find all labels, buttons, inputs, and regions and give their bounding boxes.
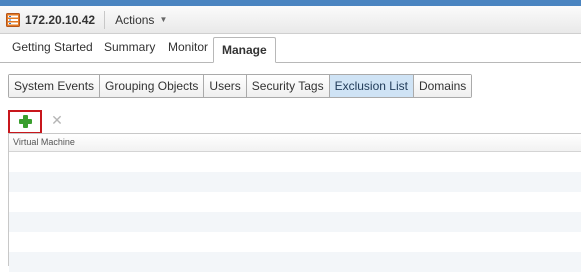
exclusion-list-grid: Virtual Machine — [8, 133, 581, 272]
subtab-domains[interactable]: Domains — [413, 75, 472, 97]
subtab-exclusion-list[interactable]: Exclusion List — [329, 75, 414, 97]
object-header: 172.20.10.42 Actions ▼ — [0, 6, 581, 34]
actions-label: Actions — [115, 12, 155, 27]
delete-x-icon[interactable]: ✕ — [50, 113, 64, 127]
manage-subtab-bar: System Events Grouping Objects Users Sec… — [8, 74, 473, 98]
table-row — [9, 152, 581, 172]
tab-manage[interactable]: Manage — [213, 37, 276, 63]
header-divider — [104, 10, 106, 29]
table-row — [9, 172, 581, 192]
add-button[interactable] — [8, 110, 42, 134]
subtab-users[interactable]: Users — [204, 75, 247, 97]
table-row — [9, 252, 581, 272]
plus-icon — [19, 115, 32, 128]
host-server-icon — [6, 12, 20, 27]
host-title: 172.20.10.42 — [25, 12, 96, 27]
table-row — [9, 192, 581, 212]
tab-summary[interactable]: Summary — [104, 40, 155, 54]
tab-monitor[interactable]: Monitor — [168, 40, 208, 54]
table-row — [9, 232, 581, 252]
main-tab-bar: Getting Started Summary Monitor Manage — [0, 34, 581, 63]
subtab-grouping-objects[interactable]: Grouping Objects — [100, 75, 205, 97]
tab-getting-started[interactable]: Getting Started — [12, 40, 93, 54]
subtab-system-events[interactable]: System Events — [9, 75, 101, 97]
column-header-virtual-machine[interactable]: Virtual Machine — [9, 134, 581, 152]
actions-menu-button[interactable]: Actions ▼ — [115, 13, 167, 27]
caret-down-icon: ▼ — [159, 15, 168, 24]
subtab-security-tags[interactable]: Security Tags — [246, 75, 330, 97]
table-row — [9, 212, 581, 232]
